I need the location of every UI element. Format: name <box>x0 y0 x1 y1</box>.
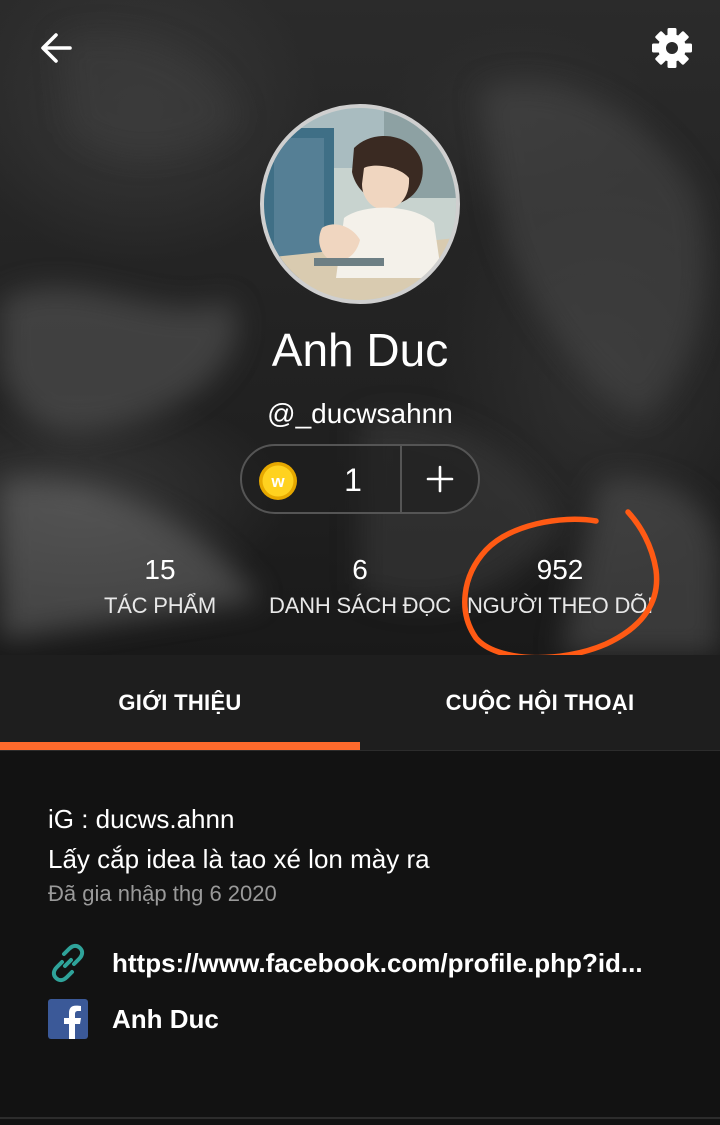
website-link-text: https://www.facebook.com/profile.php?id.… <box>112 948 643 978</box>
stat-works-label: TÁC PHẨM <box>103 593 217 618</box>
plus-icon <box>426 465 454 493</box>
wattpad-coin-icon: w <box>259 462 297 500</box>
website-link[interactable]: https://www.facebook.com/profile.php?id.… <box>48 941 688 985</box>
link-icon <box>51 943 85 983</box>
facebook-link[interactable]: Anh Duc <box>48 997 688 1041</box>
back-button[interactable] <box>28 20 84 76</box>
stat-followers[interactable]: 952 NGƯỜI THEO DÕI <box>450 552 670 624</box>
display-name: Anh Duc <box>271 324 449 376</box>
stat-reading-lists-label: DANH SÁCH ĐỌC <box>269 593 451 618</box>
facebook-link-text: Anh Duc <box>112 1004 219 1034</box>
arrow-left-icon <box>41 33 72 63</box>
coin-balance: w 1 <box>240 444 480 514</box>
facebook-icon <box>48 999 88 1039</box>
stat-reading-lists[interactable]: 6 DANH SÁCH ĐỌC <box>250 552 470 624</box>
profile-header: Anh Duc @_ducwsahnn w 1 15 TÁC PHẨM 6 DA… <box>0 0 720 655</box>
coin-count: 1 <box>344 462 362 498</box>
coin-letter: w <box>270 472 285 491</box>
profile-screen: Anh Duc @_ducwsahnn w 1 15 TÁC PHẨM 6 DA… <box>0 0 720 1125</box>
avatar-image <box>264 108 456 300</box>
stat-followers-value: 952 <box>536 554 584 585</box>
active-tab-indicator <box>0 742 360 750</box>
bio-line: Lấy cắp idea là tao xé lon mày ra <box>48 844 430 874</box>
divider <box>0 1117 720 1119</box>
stat-works-value: 15 <box>144 554 176 585</box>
stat-reading-lists-value: 6 <box>352 554 368 585</box>
avatar[interactable] <box>260 104 460 304</box>
tab-about[interactable]: GIỚI THIỆU <box>0 655 360 751</box>
gear-icon <box>652 28 692 68</box>
tab-conversations[interactable]: CUỘC HỘI THOẠI <box>360 655 720 751</box>
bio-line: iG : ducws.ahnn <box>48 804 235 834</box>
username: @_ducwsahnn <box>267 398 453 429</box>
stat-followers-label: NGƯỜI THEO DÕI <box>466 593 653 618</box>
joined-date: Đã gia nhập thg 6 2020 <box>48 881 277 906</box>
profile-tabs: GIỚI THIỆU CUỘC HỘI THOẠI <box>0 655 720 751</box>
about-section: iG : ducws.ahnn Lấy cắp idea là tao xé l… <box>0 751 720 1125</box>
settings-button[interactable] <box>644 20 700 76</box>
stat-works[interactable]: 15 TÁC PHẨM <box>50 552 270 624</box>
buy-coins-button[interactable] <box>402 446 478 512</box>
